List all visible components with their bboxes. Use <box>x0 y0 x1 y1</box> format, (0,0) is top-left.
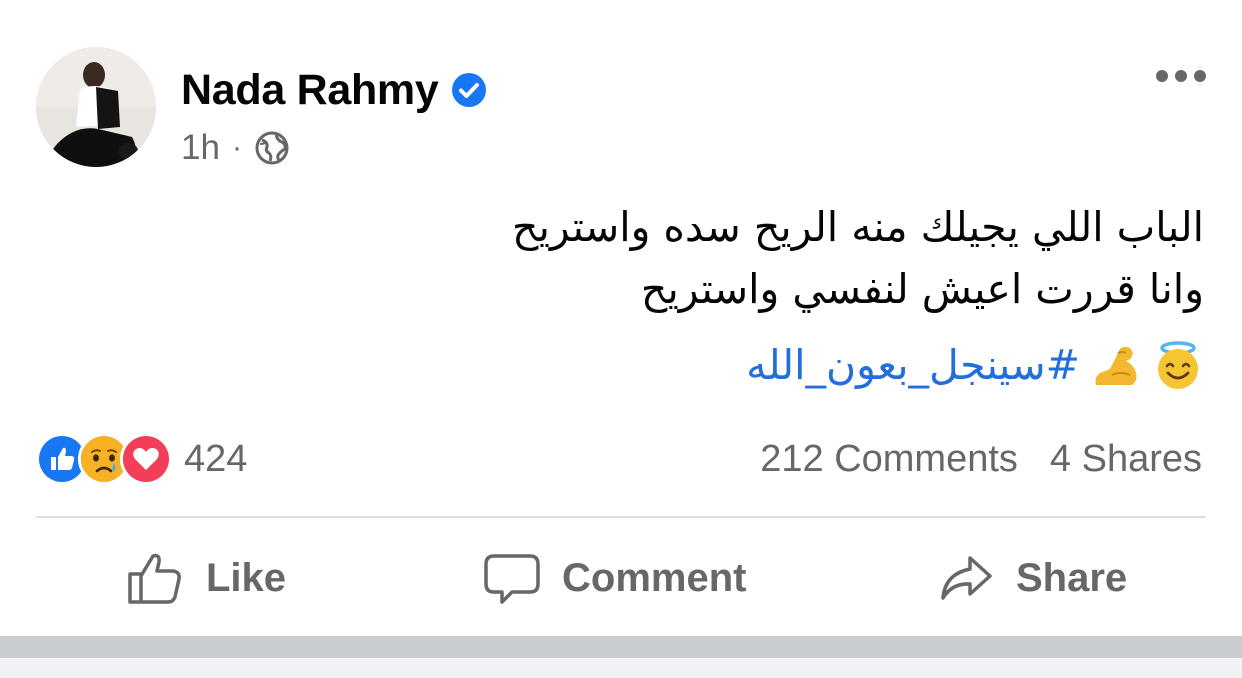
hashtag-link[interactable]: #سينجل_بعون_الله <box>746 341 1080 389</box>
love-reaction-icon <box>120 433 172 485</box>
meta-separator: · <box>231 131 242 164</box>
dot <box>1175 70 1187 82</box>
comments-count[interactable]: 212 Comments <box>760 438 1018 481</box>
dot <box>1156 70 1168 82</box>
author-avatar[interactable] <box>36 47 156 167</box>
thumbs-up-icon <box>126 550 184 606</box>
post-text: الباب اللي يجيلك منه الريح سده واستريح و… <box>304 196 1204 320</box>
like-label: Like <box>206 555 287 600</box>
shares-count[interactable]: 4 Shares <box>1050 438 1202 481</box>
comment-bubble-icon <box>484 550 540 606</box>
comment-button[interactable]: Comment <box>484 530 746 626</box>
flexed-biceps-icon <box>1090 339 1142 391</box>
post-text-line-1: الباب اللي يجيلك منه الريح سده واستريح <box>511 203 1204 251</box>
avatar-photo <box>36 47 156 167</box>
author-name[interactable]: Nada Rahmy <box>181 66 439 115</box>
more-options-icon[interactable] <box>1156 62 1206 90</box>
smiling-face-with-halo-icon <box>1152 339 1204 391</box>
post-timestamp[interactable]: 1h <box>181 128 220 168</box>
reaction-count: 424 <box>184 437 248 480</box>
action-bar: Like Comment Share <box>0 530 1242 626</box>
post-card: Nada Rahmy 1h · الباب اللي يجيلك منه الر… <box>0 0 1242 636</box>
hashtag-line: #سينجل_بعون_الله <box>746 334 1204 396</box>
dot <box>1194 70 1206 82</box>
divider <box>36 516 1206 518</box>
share-label: Share <box>1016 555 1128 600</box>
feed-background <box>0 658 1242 678</box>
like-button[interactable]: Like <box>126 530 286 626</box>
post-meta: 1h · <box>181 126 290 170</box>
post-text-line-2: وانا قررت اعيش لنفسي واستريح <box>640 265 1204 313</box>
author-header: Nada Rahmy <box>181 64 488 116</box>
share-button[interactable]: Share <box>938 530 1127 626</box>
share-arrow-icon <box>938 550 994 606</box>
comment-label: Comment <box>562 555 747 600</box>
globe-icon <box>254 130 290 166</box>
reactions-summary[interactable]: 424 <box>36 433 248 485</box>
verified-badge-icon <box>450 71 488 109</box>
engagement-counts: 212 Comments 4 Shares <box>760 434 1202 484</box>
feed-separator <box>0 636 1242 658</box>
